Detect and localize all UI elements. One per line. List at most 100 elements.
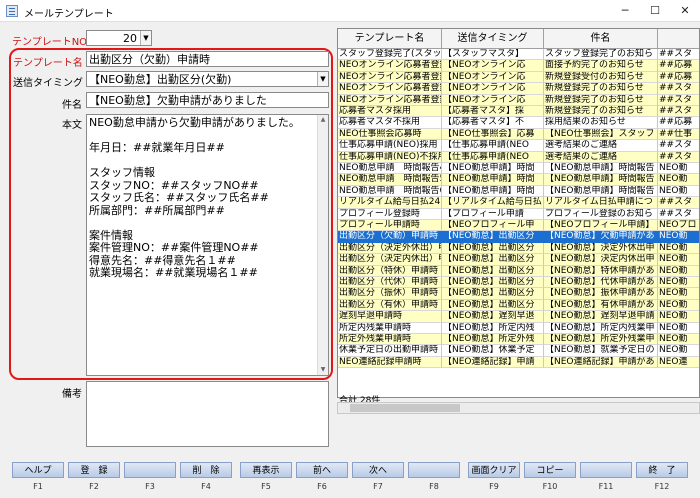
table-row[interactable]: 出勤区分（決定外休出）申 【NEO勤怠】出勤区分 【NEO勤怠】決定外休出申 NEO勤 xyxy=(338,242,699,255)
table-cell: 応募者マスタ不採用 xyxy=(338,117,442,129)
fkey-button-f11[interactable] xyxy=(580,462,632,478)
template-no-select[interactable]: 20 ▼ xyxy=(86,30,152,46)
body-scrollbar[interactable]: ▲ ▼ xyxy=(317,115,328,375)
fkey-button-f6[interactable]: 前へ xyxy=(296,462,348,478)
grid-horizontal-scrollbar[interactable] xyxy=(337,402,700,414)
fkey-button-f4[interactable]: 削 除 xyxy=(180,462,232,478)
fkey-button-f8[interactable] xyxy=(408,462,460,478)
table-cell: NEO勤 xyxy=(658,174,699,186)
table-row[interactable]: 仕事応募申請(NEO)不採用 【仕事応募申請(NEO 選考結果のご連絡 ##スタ xyxy=(338,151,699,163)
table-cell: 【NEO勤怠】出勤区分 xyxy=(442,265,544,277)
body-label: 本文 xyxy=(62,120,82,131)
window-title: メールテンプレート xyxy=(24,9,114,20)
table-cell: 遅刻早退申請時 xyxy=(338,311,442,323)
fkey-button-f12[interactable]: 終 了 xyxy=(636,462,688,478)
table-row[interactable]: NEOオンライン応募者登録 【NEOオンライン応 新規登録完了のお知らせ ##スタ xyxy=(338,94,699,106)
subject-input[interactable]: 【NEO勤怠】欠勤申請がありました xyxy=(86,92,329,108)
template-name-input[interactable]: 出勤区分（欠勤）申請時 xyxy=(86,51,329,67)
chevron-down-icon[interactable]: ▼ xyxy=(317,72,328,86)
table-cell: 出勤区分（決定外休出）申 xyxy=(338,242,442,255)
body-textarea[interactable]: NEO勤怠申請から欠勤申請がありました。 年月日：##就業年月日## スタッフ情報ス… xyxy=(86,114,329,376)
table-cell: 【応募者マスタ】不 xyxy=(442,117,544,129)
table-cell: ##スタ xyxy=(658,208,699,220)
fkey-button-f2[interactable]: 登 録 xyxy=(68,462,120,478)
fkey-button-f7[interactable]: 次へ xyxy=(352,462,404,478)
table-cell: NEO勤 xyxy=(658,265,699,277)
table-cell: スタッフ登録完了のお知ら xyxy=(544,49,658,61)
table-row[interactable]: 所定外残業申請時 【NEO勤怠】所定外残 【NEO勤怠】所定外残業申 NEO勤 xyxy=(338,334,699,346)
timing-select[interactable]: 【NEO勤怠】出勤区分(欠勤) ▼ xyxy=(86,71,329,87)
table-row[interactable]: NEO連絡記録申請時 【NEO連絡記録】申請 【NEO連絡記録】申請があ NEO連 xyxy=(338,356,699,369)
table-row[interactable]: 応募者マスタ採用 【応募者マスタ】採 新規登録完了のお知らせ ##スタ xyxy=(338,106,699,118)
table-row[interactable]: リアルタイム給与日払24 【リアルタイム給与日払 リアルタイム日払申請につ ##スタ xyxy=(338,197,699,209)
table-row[interactable]: 休業予定日の出勤申請時 【NEO勤怠】休業予定 【NEO勤怠】就業予定日の NEO勤 xyxy=(338,345,699,357)
table-row[interactable]: NEO勤怠申請 時間報告4 【NEO勤怠申請】時間 【NEO勤怠申請】時間報告 NEO… xyxy=(338,163,699,175)
header-body[interactable] xyxy=(658,29,699,49)
table-cell: 【NEOオンライン応 xyxy=(442,60,544,72)
table-cell: スタッフ登録完了(スタッ xyxy=(338,49,442,61)
body-line: スタッフ情報 xyxy=(89,166,155,179)
table-cell: 所定外残業申請時 xyxy=(338,334,442,346)
table-row[interactable]: 出勤区分（有休）申請時 【NEO勤怠】出勤区分 【NEO勤怠】有休申請があ NEO勤 xyxy=(338,299,699,312)
table-row[interactable]: NEO勤怠申請 時間報告5 【NEO勤怠申請】時間 【NEO勤怠申請】時間報告 NEO… xyxy=(338,174,699,186)
header-subject[interactable]: 件名 xyxy=(544,29,658,49)
table-cell: NEO連 xyxy=(658,356,699,369)
table-cell: 【NEO勤怠】所定内残 xyxy=(442,322,544,334)
table-cell: NEO勤 xyxy=(658,231,699,243)
table-cell: NEOオンライン応募者登録 xyxy=(338,83,442,95)
table-row[interactable]: 出勤区分（決定内休出）申 【NEO勤怠】出勤区分 【NEO勤怠】決定内休出申 NEO勤 xyxy=(338,254,699,266)
scroll-up-icon[interactable]: ▲ xyxy=(318,115,328,125)
template-grid[interactable]: テンプレート名 送信タイミング 件名 スタッフ登録完了(スタッ 【スタッフマスタ】… xyxy=(337,28,700,398)
fkey-label: F10 xyxy=(542,482,558,491)
fkey-button-f10[interactable]: コピー xyxy=(524,462,576,478)
header-template-name[interactable]: テンプレート名 xyxy=(338,29,442,49)
table-cell: 【NEO勤怠】振休申請があ xyxy=(544,288,658,300)
fkey-button-f3[interactable] xyxy=(124,462,176,478)
table-cell: ##スタ xyxy=(658,140,699,152)
table-cell: プロフィール申請時 xyxy=(338,220,442,232)
minimize-button[interactable]: ─ xyxy=(610,2,640,20)
fkey-label: F7 xyxy=(373,482,383,491)
table-row[interactable]: 出勤区分（代休）申請時 【NEO勤怠】出勤区分 【NEO勤怠】代休申請があ NEO勤 xyxy=(338,277,699,289)
table-row[interactable]: 出勤区分（特休）申請時 【NEO勤怠】出勤区分 【NEO勤怠】特休申請があ NEO勤 xyxy=(338,265,699,277)
subject-label: 件名 xyxy=(62,100,82,111)
table-cell: 【NEO仕事照会】スタッフ xyxy=(544,128,658,141)
scroll-down-icon[interactable]: ▼ xyxy=(318,365,328,375)
body-line: スタッフ氏名：##スタッフ氏名## xyxy=(89,191,269,204)
table-row[interactable]: 所定内残業申請時 【NEO勤怠】所定内残 【NEO勤怠】所定内残業申 NEO勤 xyxy=(338,322,699,334)
table-row[interactable]: NEO仕事照会応募時 【NEO仕事照会】応募 【NEO仕事照会】スタッフ ##仕事 xyxy=(338,128,699,141)
table-row[interactable]: 仕事応募申請(NEO)採用 【仕事応募申請(NEO 選考結果のご連絡 ##スタ xyxy=(338,140,699,152)
table-row[interactable]: 出勤区分（欠勤）申請時 【NEO勤怠】出勤区分 【NEO勤怠】欠勤申請があ NEO勤 xyxy=(338,231,699,243)
close-button[interactable]: ✕ xyxy=(670,2,700,20)
table-row[interactable]: NEOオンライン応募者登録 【NEOオンライン応 面接予約完了のお知らせ ##応募 xyxy=(338,60,699,72)
scroll-thumb[interactable] xyxy=(350,404,460,412)
table-cell: ##スタ xyxy=(658,94,699,106)
fkey-button-f1[interactable]: ヘルプ xyxy=(12,462,64,478)
table-row[interactable]: NEOオンライン応募者登録 【NEOオンライン応 新規登録受付のお知らせ ##応募 xyxy=(338,71,699,84)
fkey-button-f9[interactable]: 画面クリア xyxy=(468,462,520,478)
table-cell: 応募者マスタ採用 xyxy=(338,106,442,118)
table-row[interactable]: プロフィール申請時 【NEOプロフィール申 【NEOプロフィール申請】 NEOプロ xyxy=(338,220,699,232)
table-cell: 【NEO連絡記録】申請があ xyxy=(544,356,658,369)
body-line: 就業現場名：##就業現場名１## xyxy=(89,266,258,279)
table-row[interactable]: 遅刻早退申請時 【NEO勤怠】遅刻早退 【NEO勤怠】遅刻早退申請 NEO勤 xyxy=(338,311,699,323)
fkey-button-f5[interactable]: 再表示 xyxy=(240,462,292,478)
maximize-button[interactable]: ☐ xyxy=(640,2,670,20)
table-cell: 選考結果のご連絡 xyxy=(544,151,658,163)
table-cell: ##応募 xyxy=(658,71,699,84)
chevron-down-icon[interactable]: ▼ xyxy=(140,31,151,45)
table-cell: 【NEO勤怠】休業予定 xyxy=(442,345,544,357)
table-cell: NEO勤 xyxy=(658,311,699,323)
header-timing[interactable]: 送信タイミング xyxy=(442,29,544,49)
table-cell: 【NEO勤怠申請】時間報告 xyxy=(544,174,658,186)
table-row[interactable]: NEO勤怠申請 時間報告6 【NEO勤怠申請】時間 【NEO勤怠申請】時間報告 NEO… xyxy=(338,185,699,198)
table-cell: 【NEO勤怠】出勤区分 xyxy=(442,288,544,300)
table-row[interactable]: 応募者マスタ不採用 【応募者マスタ】不 採用結果のお知らせ ##応募 xyxy=(338,117,699,129)
table-row[interactable]: スタッフ登録完了(スタッ 【スタッフマスタ】 スタッフ登録完了のお知ら ##スタ xyxy=(338,49,699,61)
table-row[interactable]: NEOオンライン応募者登録 【NEOオンライン応 新規登録完了のお知らせ ##スタ xyxy=(338,83,699,95)
table-row[interactable]: プロフィール登録時 【プロフィール申請 プロフィール登録のお知ら ##スタ xyxy=(338,208,699,220)
fkey-label: F12 xyxy=(654,482,670,491)
memo-textarea[interactable] xyxy=(86,381,329,447)
table-cell: 【NEOオンライン応 xyxy=(442,71,544,84)
table-row[interactable]: 出勤区分（振休）申請時 【NEO勤怠】出勤区分 【NEO勤怠】振休申請があ NEO勤 xyxy=(338,288,699,300)
